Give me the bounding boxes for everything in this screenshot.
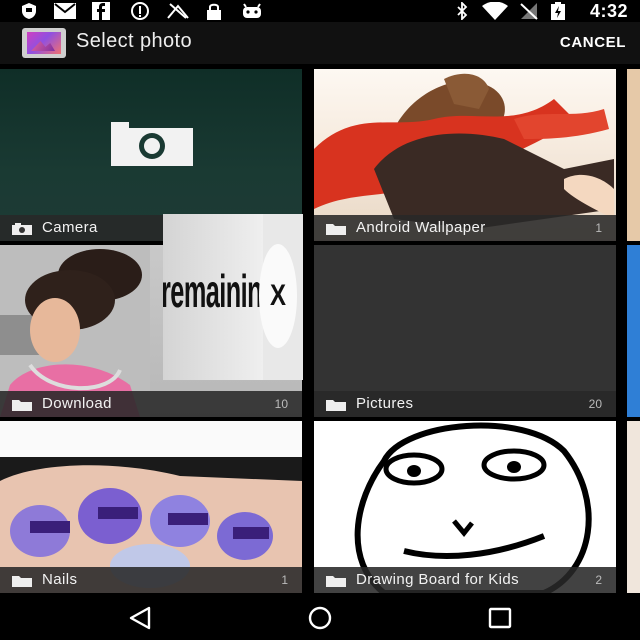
album-count: 10 — [274, 397, 288, 411]
battery-charging-icon — [550, 2, 566, 20]
album-label-bar: Download 10 — [0, 391, 302, 417]
album-tile-nails[interactable]: Nails 1 — [0, 421, 302, 593]
close-glyph: X — [269, 279, 286, 312]
folder-icon — [326, 576, 346, 587]
facebook-icon — [92, 2, 110, 20]
album-tile-drawing-board[interactable]: Drawing Board for Kids 2 — [314, 421, 616, 593]
mail-icon — [54, 2, 76, 20]
album-tile-pictures[interactable]: Pictures 20 — [314, 245, 616, 417]
cancel-button[interactable]: CANCEL — [560, 34, 626, 51]
album-label-bar: Pictures 20 — [314, 391, 616, 417]
album-name: Pictures — [356, 395, 414, 412]
album-name: Nails — [42, 571, 78, 588]
info-icon — [130, 2, 150, 20]
camera-icon — [12, 223, 32, 235]
album-name: Android Wallpaper — [356, 219, 486, 236]
navigation-bar — [0, 596, 640, 640]
album-tile-partial[interactable] — [627, 245, 640, 417]
page-title: Select photo — [76, 30, 192, 52]
album-tile-android-wallpaper[interactable]: Android Wallpaper 1 — [314, 69, 616, 241]
album-tile-partial[interactable] — [627, 421, 640, 593]
close-icon[interactable]: X — [259, 244, 297, 348]
status-bar: 4:32 — [0, 0, 640, 22]
back-icon[interactable] — [125, 606, 155, 630]
bluetooth-icon — [454, 2, 470, 20]
recents-icon[interactable] — [485, 606, 515, 630]
clock-time: 4:32 — [589, 1, 628, 21]
no-signal-icon — [518, 2, 540, 20]
album-grid: Camera Android Wallpaper 1 Download 10 P… — [0, 64, 640, 596]
gallery-app-icon[interactable] — [22, 28, 66, 58]
album-count: 1 — [281, 573, 288, 587]
album-label-bar: Nails 1 — [0, 567, 302, 593]
camera-icon — [107, 122, 195, 166]
signal-off-icon — [166, 2, 190, 20]
album-count: 20 — [588, 397, 602, 411]
folder-icon — [12, 400, 32, 411]
wifi-icon — [480, 2, 510, 20]
action-bar: Select photo CANCEL — [0, 22, 640, 64]
album-name: Download — [42, 395, 112, 412]
lock-icon — [206, 2, 222, 20]
album-tile-partial[interactable] — [627, 69, 640, 241]
album-name: Camera — [42, 219, 98, 236]
folder-icon — [12, 576, 32, 587]
album-label-bar: Drawing Board for Kids 2 — [314, 567, 616, 593]
android-icon — [242, 2, 262, 20]
folder-icon — [326, 400, 346, 411]
home-icon[interactable] — [305, 606, 335, 630]
overlay-ad[interactable]: remaining X — [163, 214, 303, 380]
shield-icon — [20, 2, 38, 20]
folder-icon — [326, 224, 346, 235]
album-count: 1 — [595, 221, 602, 235]
album-count: 2 — [595, 573, 602, 587]
album-label-bar: Android Wallpaper 1 — [314, 215, 616, 241]
album-name: Drawing Board for Kids — [356, 571, 520, 588]
